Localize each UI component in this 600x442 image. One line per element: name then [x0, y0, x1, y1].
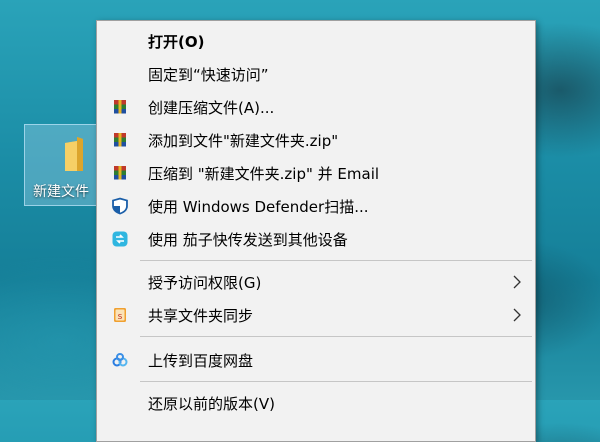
- menu-item-restore-versions[interactable]: 还原以前的版本(V): [97, 387, 535, 419]
- menu-item-add-to-archive[interactable]: 添加到文件"新建文件夹.zip": [97, 124, 535, 156]
- menu-item-create-archive-label: 创建压缩文件(A)...: [148, 99, 275, 117]
- menu-separator: [140, 336, 532, 337]
- menu-item-share-sync-label: 共享文件夹同步: [148, 307, 254, 325]
- folder-icon: [65, 137, 83, 171]
- menu-item-upload-baidu-label: 上传到百度网盘: [148, 352, 254, 370]
- context-menu: 打开(O) 固定到“快速访问” 创建压缩文件(A)... 添加到文件"新建文件夹…: [96, 20, 536, 442]
- menu-item-upload-baidu[interactable]: 上传到百度网盘: [97, 344, 535, 376]
- menu-item-compress-email[interactable]: 压缩到 "新建文件夹.zip" 并 Email: [97, 157, 535, 189]
- menu-item-pin-quick-access[interactable]: 固定到“快速访问”: [97, 58, 535, 90]
- winrar-icon: [114, 100, 126, 114]
- winrar-icon: [114, 166, 126, 180]
- menu-item-defender-scan[interactable]: 使用 Windows Defender扫描...: [97, 190, 535, 222]
- winrar-icon: [114, 133, 126, 147]
- menu-item-restore-versions-label: 还原以前的版本(V): [148, 395, 275, 413]
- menu-item-give-access[interactable]: 授予访问权限(G): [97, 266, 535, 298]
- chevron-right-icon: [513, 308, 521, 322]
- menu-item-defender-scan-label: 使用 Windows Defender扫描...: [148, 198, 369, 216]
- menu-item-send-qiezi[interactable]: 使用 茄子快传发送到其他设备: [97, 223, 535, 255]
- menu-separator: [140, 260, 532, 261]
- menu-item-send-qiezi-label: 使用 茄子快传发送到其他设备: [148, 231, 348, 249]
- menu-item-open-label: 打开(O): [148, 33, 205, 51]
- desktop-folder-new[interactable]: 新建文件: [24, 124, 102, 206]
- share-sync-icon: s: [114, 308, 126, 322]
- menu-item-compress-email-label: 压缩到 "新建文件夹.zip" 并 Email: [148, 165, 380, 183]
- menu-item-open[interactable]: 打开(O): [97, 25, 535, 57]
- menu-item-create-archive[interactable]: 创建压缩文件(A)...: [97, 91, 535, 123]
- chevron-right-icon: [513, 275, 521, 289]
- menu-item-pin-label: 固定到“快速访问”: [148, 66, 269, 84]
- menu-separator: [140, 381, 532, 382]
- menu-item-give-access-label: 授予访问权限(G): [148, 274, 262, 292]
- qiezi-transfer-icon: [112, 231, 128, 247]
- menu-item-add-to-archive-label: 添加到文件"新建文件夹.zip": [148, 132, 339, 150]
- shield-icon: [112, 197, 128, 215]
- menu-item-share-sync[interactable]: s 共享文件夹同步: [97, 299, 535, 331]
- svg-text:s: s: [118, 312, 123, 322]
- baidu-netdisk-icon: [112, 353, 128, 367]
